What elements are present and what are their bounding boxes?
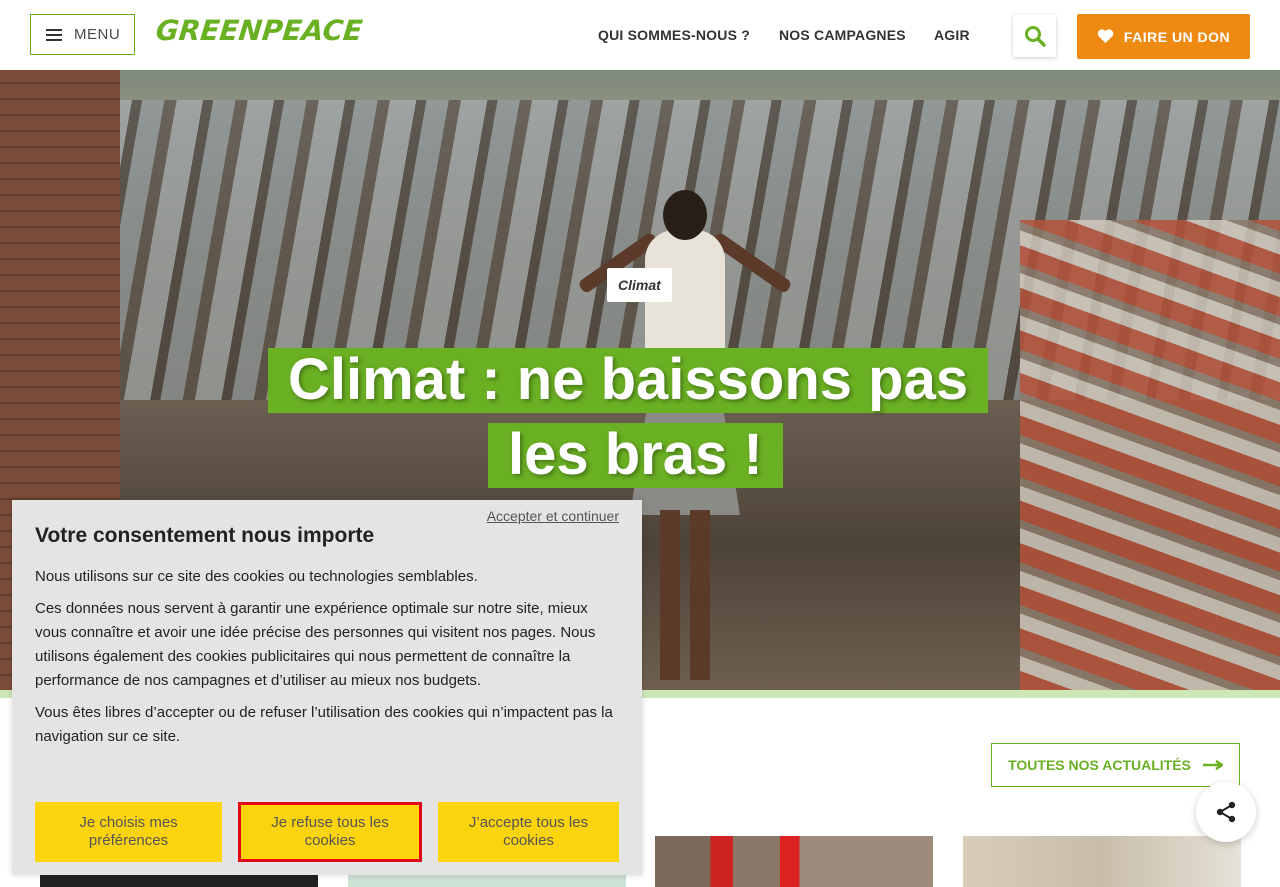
menu-label: MENU	[74, 26, 121, 43]
all-news-button[interactable]: TOUTES NOS ACTUALITÉS	[991, 743, 1240, 787]
hamburger-icon	[46, 28, 62, 41]
share-button[interactable]	[1196, 782, 1256, 842]
nav-item-qui-sommes-nous[interactable]: QUI SOMMES-NOUS ?	[598, 27, 750, 43]
refuse-all-button[interactable]: Je refuse tous les cookies	[238, 802, 422, 862]
category-tag[interactable]: Climat	[607, 268, 672, 302]
hero-title-line-1[interactable]: Climat : ne baissons pas	[268, 348, 989, 413]
site-header: MENU GREENPEACE QUI SOMMES-NOUS ? NOS CA…	[0, 0, 1280, 70]
all-news-label: TOUTES NOS ACTUALITÉS	[1008, 757, 1191, 773]
nav-item-nos-campagnes[interactable]: NOS CAMPAGNES	[779, 27, 906, 43]
arrow-right-icon	[1202, 760, 1223, 770]
menu-button[interactable]: MENU	[30, 14, 135, 55]
preferences-button[interactable]: Je choisis mes préférences	[35, 802, 222, 862]
accept-all-button[interactable]: J’accepte tous les cookies	[438, 802, 619, 862]
consent-paragraph: Ces données nous servent à garantir une …	[35, 600, 596, 689]
search-icon	[1024, 26, 1046, 47]
donate-label: FAIRE UN DON	[1123, 28, 1231, 45]
consent-title: Votre consentement nous importe	[35, 524, 375, 547]
consent-paragraph: Nous utilisons sur ce site des cookies o…	[35, 568, 478, 585]
heart-icon	[1097, 29, 1114, 43]
search-button[interactable]	[1013, 15, 1056, 57]
donate-button[interactable]: FAIRE UN DON	[1077, 14, 1250, 59]
share-icon	[1216, 801, 1236, 823]
news-card-image[interactable]	[655, 836, 933, 887]
news-card-image[interactable]	[963, 836, 1241, 887]
accept-and-continue-link[interactable]: Accepter et continuer	[487, 508, 619, 524]
cookie-consent-dialog: Accepter et continuer Votre consentement…	[12, 500, 642, 875]
nav-item-agir[interactable]: AGIR	[934, 27, 970, 43]
hero-title-line-2[interactable]: les bras !	[488, 423, 783, 488]
greenpeace-logo[interactable]: GREENPEACE	[154, 14, 364, 47]
consent-paragraph: Vous êtes libres d’accepter ou de refuse…	[35, 704, 613, 745]
